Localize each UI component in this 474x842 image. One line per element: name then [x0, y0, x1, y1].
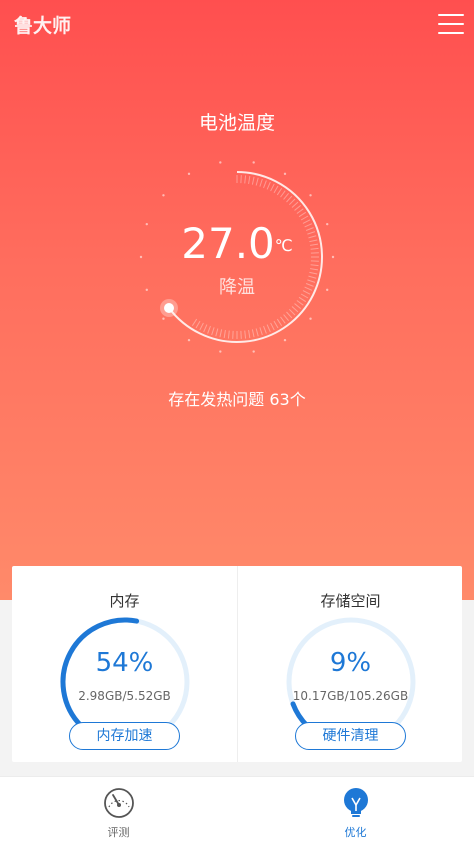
- gauge-knob-glow: [160, 299, 178, 317]
- gauge-dot: [187, 338, 191, 342]
- app-logo: 鲁大师: [14, 15, 72, 37]
- gauge-tick: [219, 329, 223, 338]
- gauge-tick: [191, 318, 198, 327]
- gauge-tick: [223, 330, 226, 339]
- gauge-tick: [255, 328, 259, 337]
- gauge-tick: [288, 198, 296, 206]
- temperature-number: 27.0: [181, 219, 275, 268]
- gauge-dot: [252, 161, 255, 164]
- gauge-tick: [270, 183, 275, 192]
- gauge-tick: [215, 328, 219, 337]
- gauge-tick: [270, 322, 275, 331]
- cool-down-button[interactable]: 降温: [0, 273, 474, 299]
- gauge-dot: [309, 317, 312, 320]
- gauge-dot: [162, 317, 165, 320]
- gauge-tick: [276, 187, 283, 196]
- gauge-tick: [283, 314, 289, 322]
- lightbulb-icon: [344, 788, 368, 817]
- gauge-tick: [310, 268, 319, 271]
- menu-line: [438, 23, 464, 25]
- memory-card: 内存 54% 2.98GB/5.52GB 内存加速: [12, 566, 237, 762]
- gauge-tick: [291, 201, 299, 208]
- storage-card: 存储空间 9% 10.17GB/105.26GB 硬件清理: [237, 566, 462, 762]
- gauge-tick: [291, 306, 299, 313]
- tab-benchmark-label: 评测: [107, 826, 130, 839]
- gauge-tick: [296, 208, 304, 214]
- gauge-tick: [263, 325, 267, 334]
- storage-title: 存储空间: [320, 592, 381, 610]
- gauge-tick: [251, 329, 255, 338]
- gauge-tick: [248, 330, 251, 339]
- gauge-tick: [255, 177, 259, 186]
- memory-usage: 2.98GB/5.52GB: [78, 689, 171, 703]
- gauge-tick: [273, 320, 279, 329]
- gauge-tick: [280, 190, 286, 198]
- storage-usage: 10.17GB/105.26GB: [292, 689, 409, 703]
- hardware-clean-button[interactable]: 硬件清理: [295, 722, 406, 750]
- heat-issues-text: 存在发热问题 63个: [168, 390, 306, 409]
- gauge-tick: [207, 325, 211, 334]
- gauge-tick: [244, 330, 247, 339]
- battery-temperature-title: 电池温度: [198, 112, 275, 134]
- gauge-tick: [259, 327, 263, 336]
- gauge-dot: [252, 350, 255, 353]
- gauge-tick: [248, 175, 251, 184]
- gauge-tick: [288, 308, 296, 316]
- gauge-tick: [276, 318, 283, 327]
- gauge-tick: [298, 211, 307, 218]
- gauge-tick: [294, 205, 302, 211]
- bottom-tab-bar: 评测 优化: [0, 776, 474, 842]
- gauge-dot: [283, 172, 287, 176]
- gauge-tick: [286, 195, 293, 203]
- tab-optimize[interactable]: 优化: [237, 777, 474, 842]
- gauge-tick: [280, 316, 286, 324]
- gauge-tick: [227, 330, 230, 339]
- gauge-tick: [211, 327, 215, 336]
- gauge-dot: [162, 194, 165, 197]
- temperature-unit: ℃: [274, 236, 293, 255]
- gauge-dot: [283, 338, 287, 342]
- gauge-tick: [294, 303, 302, 309]
- gauge-tick: [244, 175, 247, 184]
- battery-temperature-value: 27.0℃: [0, 220, 474, 268]
- gauge-dot: [219, 161, 222, 164]
- gauge-tick: [263, 180, 267, 189]
- menu-line: [438, 32, 464, 34]
- gauge-tick: [195, 320, 201, 329]
- memory-title: 内存: [109, 592, 140, 610]
- gauge-tick: [296, 300, 304, 306]
- gauge-tick: [199, 322, 204, 331]
- gauge-tick: [266, 181, 271, 190]
- hero-panel: 鲁大师 电池温度 27.0℃ 降温 存在发热问题 63个: [0, 0, 474, 600]
- resource-cards: 内存 54% 2.98GB/5.52GB 内存加速 存储空间 9% 10.17G…: [12, 566, 462, 762]
- gauge-tick: [283, 192, 289, 200]
- gauge-dot: [219, 350, 222, 353]
- speedometer-icon: [104, 788, 134, 818]
- gauge-dot: [309, 194, 312, 197]
- gauge-tick: [259, 178, 263, 187]
- tab-benchmark[interactable]: 评测: [0, 777, 237, 842]
- gauge-tick: [286, 311, 293, 319]
- gauge-tick: [273, 185, 279, 194]
- tab-optimize-label: 优化: [344, 826, 367, 839]
- gauge-tick: [203, 324, 208, 333]
- memory-percent: 54%: [95, 648, 154, 678]
- storage-percent: 9%: [329, 648, 372, 678]
- gauge-tick: [251, 176, 255, 185]
- gauge-dot: [187, 172, 191, 176]
- hamburger-menu-icon[interactable]: [436, 12, 466, 38]
- menu-line: [438, 14, 464, 16]
- gauge-tick: [266, 324, 271, 333]
- memory-boost-button[interactable]: 内存加速: [69, 722, 180, 750]
